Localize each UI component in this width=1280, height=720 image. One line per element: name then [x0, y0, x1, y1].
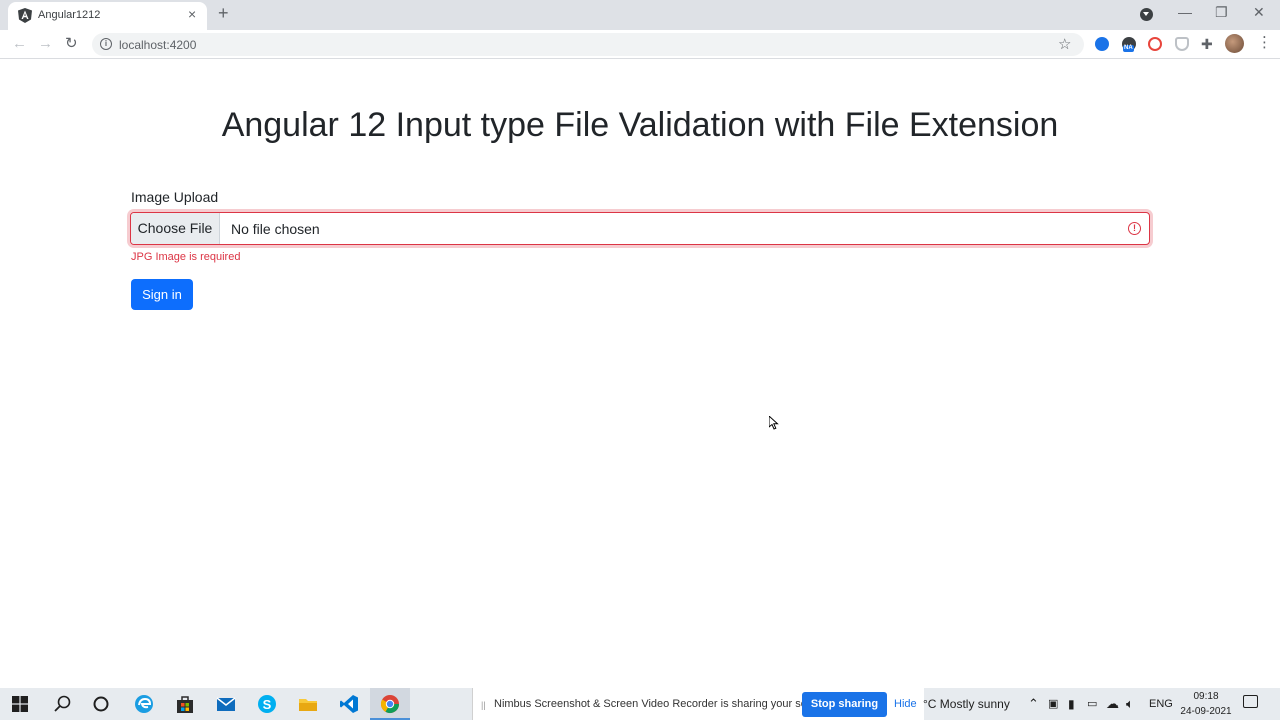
file-status-text: No file chosen [231, 221, 320, 237]
extension-a-icon[interactable] [1095, 37, 1109, 51]
extension-shield-icon[interactable] [1175, 37, 1189, 51]
invalid-icon: ! [1128, 222, 1141, 235]
bookmark-star-icon[interactable]: ☆ [1058, 35, 1071, 53]
reload-icon[interactable]: ↻ [65, 35, 78, 53]
file-input[interactable]: Choose File No file chosen ! [130, 212, 1150, 245]
taskbar: S || Nimbus Screenshot & Screen Video Re… [0, 688, 1280, 720]
clock-date: 24-09-2021 [1180, 706, 1232, 717]
windows-start-icon[interactable] [12, 696, 28, 712]
store-icon[interactable] [175, 694, 195, 714]
tab-search-icon[interactable] [1140, 8, 1153, 21]
browser-tab-strip: Angular1212 × + — ❐ ✕ [0, 0, 1280, 30]
new-tab-button[interactable]: + [218, 4, 229, 22]
stop-sharing-button[interactable]: Stop sharing [802, 692, 887, 717]
browser-tab[interactable]: Angular1212 × [8, 2, 207, 30]
tab-title: Angular1212 [38, 9, 101, 21]
address-bar[interactable]: i localhost:4200 ☆ [92, 33, 1084, 56]
volume-icon[interactable]: 🔈︎ [1126, 696, 1134, 712]
page-title: Angular 12 Input type File Validation wi… [221, 106, 1059, 144]
cortana-icon[interactable] [91, 694, 111, 714]
back-icon[interactable]: ← [12, 35, 27, 53]
browser-menu-icon[interactable]: ⋮ [1257, 35, 1272, 51]
drag-grip-icon[interactable]: || [481, 700, 486, 710]
angular-icon [18, 8, 32, 23]
weather-widget[interactable]: °C Mostly sunny [923, 697, 1010, 711]
notification-center-icon[interactable] [1243, 695, 1258, 708]
page-content: Angular 12 Input type File Validation wi… [0, 60, 1280, 688]
skype-icon[interactable]: S [257, 694, 277, 714]
search-icon[interactable] [53, 694, 73, 714]
extension-record-icon[interactable] [1148, 37, 1162, 51]
microphone-icon[interactable]: ▮ [1068, 696, 1075, 712]
file-explorer-icon[interactable] [298, 694, 318, 714]
mouse-cursor-icon [769, 416, 779, 430]
mail-icon[interactable] [216, 694, 236, 714]
browser-toolbar: ← → ↻ i localhost:4200 ☆ NA ✚ ⋮ [0, 30, 1280, 59]
battery-icon[interactable]: ▭ [1087, 696, 1097, 712]
tab-close-icon[interactable]: × [188, 7, 196, 21]
extension-badge: NA [1123, 45, 1134, 52]
site-info-icon[interactable]: i [100, 38, 112, 50]
choose-file-button[interactable]: Choose File [131, 213, 220, 244]
forward-icon[interactable]: → [38, 35, 53, 53]
error-message: JPG Image is required [131, 251, 241, 263]
onedrive-icon[interactable]: ☁ [1106, 696, 1119, 712]
url-text: localhost:4200 [119, 38, 197, 52]
extensions-puzzle-icon[interactable]: ✚ [1201, 36, 1215, 52]
share-message: Nimbus Screenshot & Screen Video Recorde… [494, 698, 832, 710]
svg-text:S: S [263, 697, 272, 712]
restore-button[interactable]: ❐ [1215, 4, 1228, 20]
clock[interactable]: 09:18 24-09-2021 [1176, 689, 1236, 719]
chevron-up-icon[interactable]: ⌃ [1028, 696, 1039, 712]
profile-avatar[interactable] [1225, 34, 1244, 53]
image-upload-label: Image Upload [131, 189, 219, 205]
meet-now-icon[interactable]: ▣ [1048, 696, 1058, 712]
hide-button[interactable]: Hide [894, 698, 917, 710]
screen-share-notification: || Nimbus Screenshot & Screen Video Reco… [472, 688, 924, 720]
language-indicator[interactable]: ENG [1149, 698, 1173, 710]
minimize-button[interactable]: — [1178, 4, 1192, 20]
vscode-icon[interactable] [339, 694, 359, 714]
clock-time: 09:18 [1193, 691, 1219, 702]
close-window-button[interactable]: ✕ [1253, 4, 1265, 20]
edge-icon[interactable] [134, 694, 154, 714]
chrome-icon[interactable] [380, 694, 400, 714]
sign-in-button[interactable]: Sign in [131, 279, 193, 310]
